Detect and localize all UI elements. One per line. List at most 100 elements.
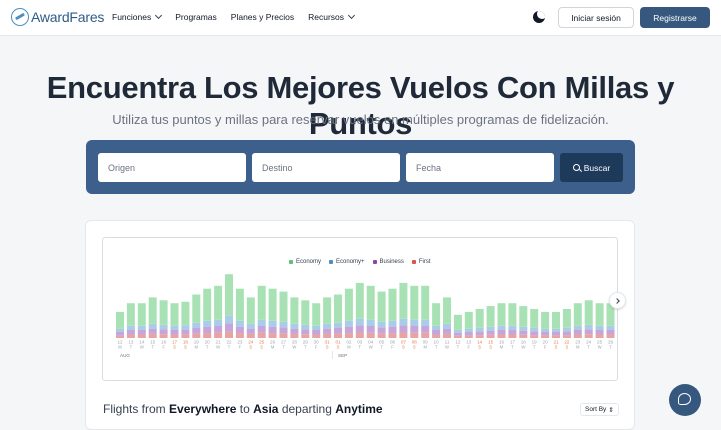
bar-day[interactable]	[116, 311, 124, 338]
bar-day[interactable]	[334, 294, 342, 339]
bar-day[interactable]	[595, 303, 604, 338]
bar-day[interactable]	[312, 303, 321, 338]
menu-recursos[interactable]: Recursos	[308, 11, 356, 22]
bar-segment	[453, 332, 462, 336]
bar-day[interactable]	[541, 311, 550, 338]
bar-day[interactable]	[246, 297, 255, 338]
bar-segment	[519, 334, 528, 338]
bar-segment	[399, 318, 408, 326]
bar-day[interactable]	[508, 303, 517, 338]
weekday-label: W	[521, 345, 525, 350]
bar-day[interactable]	[530, 309, 539, 338]
bar-day[interactable]	[410, 285, 419, 338]
chat-bubble-icon[interactable]	[669, 384, 701, 416]
bar-day[interactable]	[377, 291, 386, 338]
bar-segment	[388, 288, 397, 321]
bar-day[interactable]	[203, 288, 212, 338]
bar-day[interactable]	[225, 274, 233, 338]
bar-day[interactable]	[235, 288, 244, 338]
weekday-label: T	[457, 345, 460, 350]
bar-segment	[312, 334, 321, 338]
bar-day[interactable]	[453, 314, 462, 338]
login-button[interactable]: Iniciar sesión	[558, 7, 634, 28]
weekday-label: M	[423, 345, 427, 350]
bar-segment	[475, 327, 484, 332]
chart-next-arrow-icon[interactable]	[609, 292, 626, 309]
bar-segment	[137, 303, 146, 326]
bar-segment	[432, 303, 441, 326]
origin-filter[interactable]: Everywhere	[169, 402, 236, 416]
bar-day[interactable]	[159, 300, 168, 338]
bar-day[interactable]	[443, 297, 451, 338]
bar-segment	[312, 329, 321, 335]
bar-segment	[301, 329, 310, 335]
bar-day[interactable]	[257, 285, 266, 338]
flights-prefix: Flights from	[103, 402, 166, 416]
sort-by-button[interactable]: Sort By ⇕	[580, 403, 619, 416]
date-filter[interactable]: Anytime	[335, 402, 382, 416]
destination-filter[interactable]: Asia	[253, 402, 278, 416]
bar-day[interactable]	[126, 303, 135, 338]
bar-day[interactable]	[290, 297, 299, 338]
bar-day[interactable]	[486, 306, 495, 338]
bar-day[interactable]	[170, 303, 179, 338]
bar-day[interactable]	[268, 288, 277, 338]
bar-day[interactable]	[421, 285, 430, 338]
bar-segment	[453, 329, 462, 333]
menu-label: Planes y Precios	[230, 12, 295, 22]
chart-bars: 12M13T14W15T16F17S18S19M20T21W22T23F24S2…	[116, 274, 615, 359]
bar-day[interactable]	[214, 285, 223, 338]
availability-chart: Economy Economy+ Business First 12 M 13 T 14…	[102, 237, 618, 381]
bar-segment	[225, 274, 233, 316]
menu-planes-precios[interactable]: Planes y Precios	[231, 12, 294, 22]
bar-day[interactable]	[137, 303, 146, 338]
register-button[interactable]: Registrarse	[640, 7, 710, 28]
bar-day[interactable]	[192, 294, 201, 339]
bar-day[interactable]	[475, 309, 484, 338]
destination-input[interactable]: Destino	[252, 153, 400, 182]
bar-day[interactable]	[519, 306, 528, 338]
bar-segment	[606, 329, 615, 335]
sort-arrows-icon: ⇕	[608, 406, 614, 414]
date-input[interactable]: Fecha	[406, 153, 554, 182]
bar-day[interactable]	[584, 300, 593, 338]
menu-programas[interactable]: Programas	[175, 12, 217, 22]
bar-day[interactable]	[323, 297, 332, 338]
bar-day[interactable]	[301, 300, 310, 338]
bar-segment	[497, 303, 506, 326]
weekday-label: M	[271, 345, 275, 350]
dark-mode-moon-icon[interactable]	[533, 11, 545, 23]
bar-segment	[595, 325, 604, 330]
bar-day[interactable]	[388, 288, 397, 338]
bar-day[interactable]	[497, 303, 506, 338]
bar-day[interactable]	[355, 282, 364, 338]
bar-day[interactable]	[464, 311, 473, 338]
bar-day[interactable]	[344, 288, 353, 338]
bar-day[interactable]	[573, 303, 582, 338]
bar-day[interactable]	[279, 291, 288, 338]
bar-segment	[366, 285, 375, 320]
bar-segment	[388, 333, 397, 338]
weekday-label: S	[566, 345, 569, 350]
bar-segment	[159, 334, 168, 338]
bar-day[interactable]	[181, 301, 190, 338]
logo[interactable]: AwardFares	[11, 8, 104, 26]
bar-day[interactable]	[366, 285, 375, 338]
origin-input[interactable]: Origen	[98, 153, 246, 182]
search-button[interactable]: Buscar	[560, 153, 623, 182]
bar-day[interactable]	[562, 309, 571, 338]
bar-day[interactable]	[606, 303, 615, 338]
bar-day[interactable]	[552, 311, 560, 338]
bar-day[interactable]	[399, 282, 408, 338]
bar-segment	[170, 329, 179, 335]
bar-segment	[301, 324, 310, 330]
bar-segment	[214, 319, 223, 326]
bar-segment	[203, 288, 212, 321]
menu-funciones[interactable]: Funciones	[112, 11, 163, 22]
bar-segment	[334, 294, 342, 323]
weekday-label: F	[544, 345, 547, 350]
bar-day[interactable]	[148, 297, 157, 338]
bar-segment	[323, 333, 332, 338]
bar-day[interactable]	[432, 303, 441, 338]
bar-segment	[410, 319, 419, 326]
